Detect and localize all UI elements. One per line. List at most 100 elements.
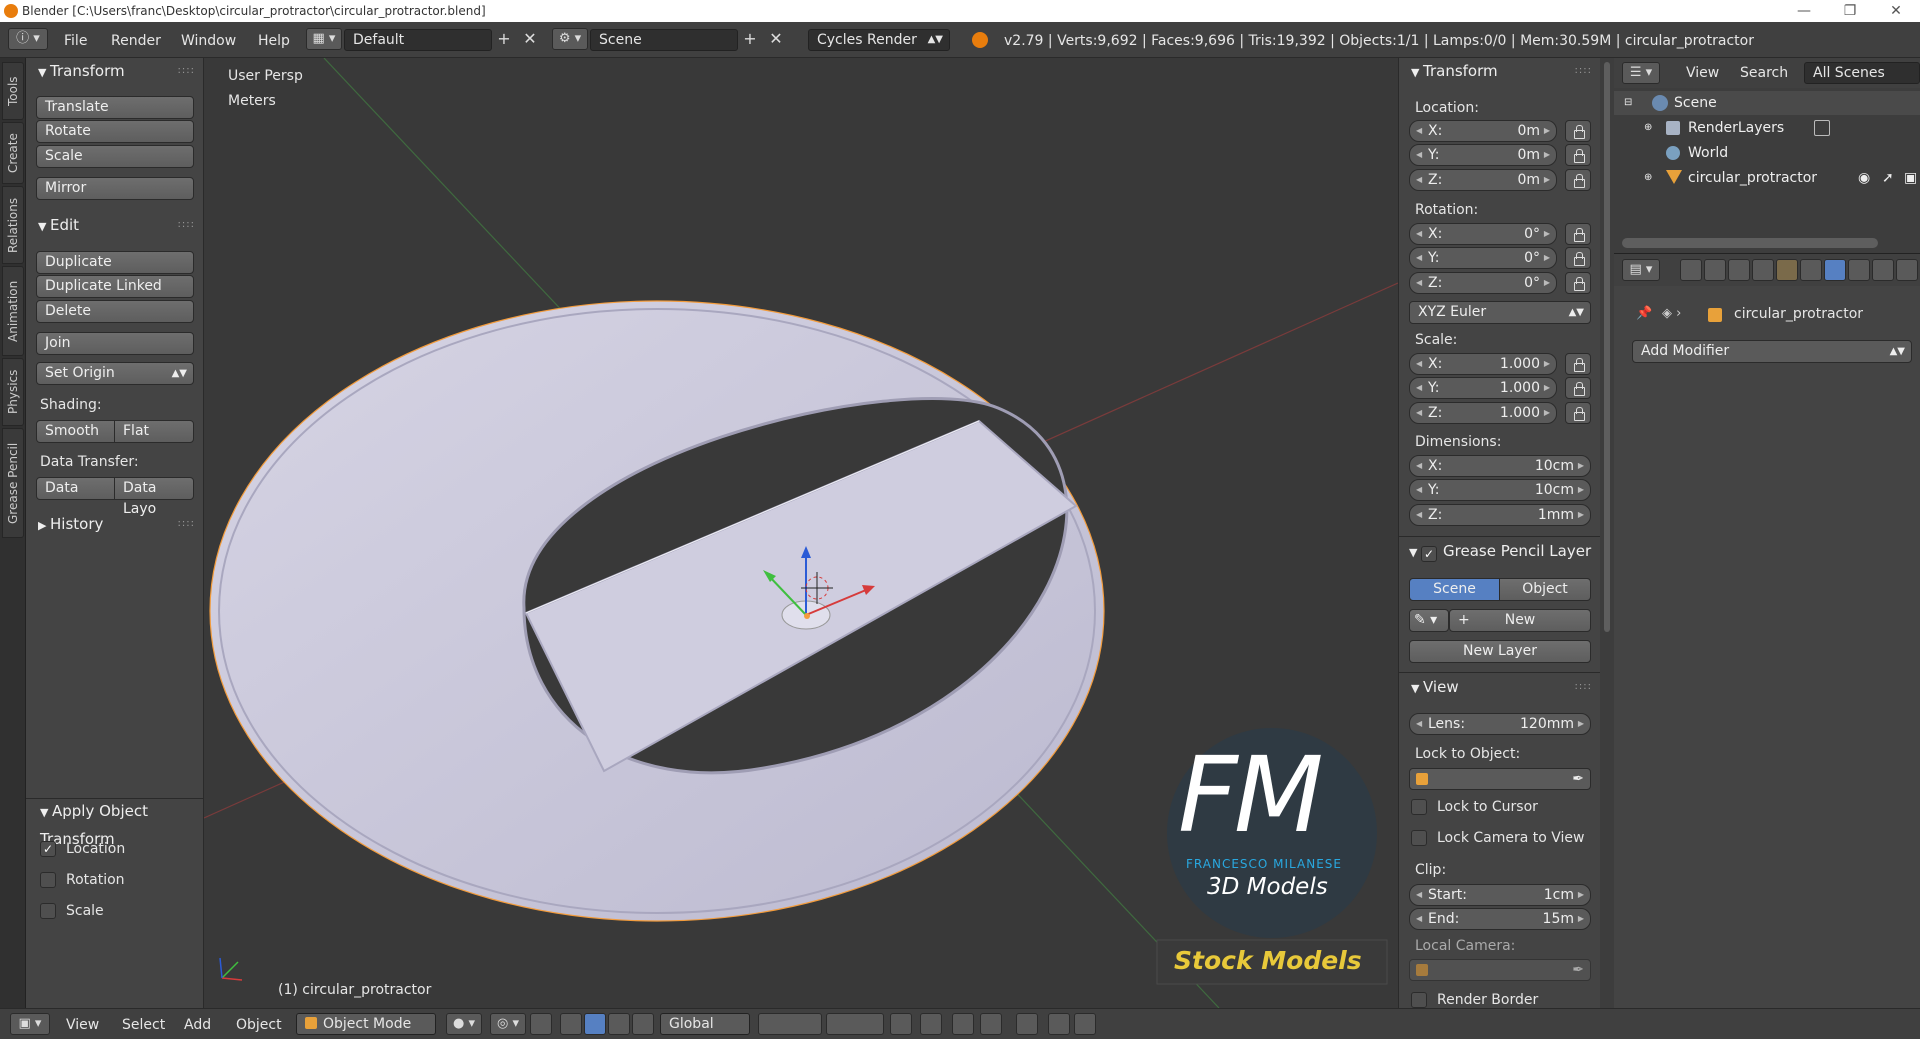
duplicate-linked-button[interactable]: Duplicate Linked [36,275,194,298]
translate-button[interactable]: Translate [36,96,194,119]
constraints-tab-icon[interactable] [1800,259,1822,281]
n-transform-header[interactable]: ▼ Transform:::: [1399,58,1600,84]
3d-viewport[interactable]: User Persp Meters (1) circular_protracto… [204,58,1398,1008]
lock-rotation-z-icon[interactable] [1565,272,1591,294]
render-layers-tab-icon[interactable] [1704,259,1726,281]
lock-location-z-icon[interactable] [1565,169,1591,191]
menu-add[interactable]: Add [184,1017,211,1033]
mirror-button[interactable]: Mirror [36,177,194,200]
rotate-button[interactable]: Rotate [36,120,194,143]
dimension-z-field[interactable]: ◀ Z: 1mm ▶ [1409,504,1591,526]
menu-view[interactable]: View [66,1017,99,1033]
menu-render[interactable]: Render [111,33,161,49]
lock-to-object-field[interactable]: ✒ [1409,768,1591,790]
add-scene-icon[interactable]: + [740,29,760,51]
maximize-button[interactable]: ❐ [1830,0,1870,22]
tab-grease-pencil[interactable]: Grease Pencil [2,428,24,538]
outliner-row-world[interactable]: World [1614,141,1920,165]
add-modifier-select[interactable]: Add Modifier ▲▼ [1632,340,1912,363]
outliner-horizontal-scrollbar[interactable] [1622,238,1878,248]
scrollbar-thumb[interactable] [1604,62,1610,632]
texture-tab-icon[interactable] [1896,259,1918,281]
outliner-menu-search[interactable]: Search [1740,65,1788,81]
close-button[interactable]: ✕ [1876,0,1916,22]
apply-rotation-checkbox[interactable] [40,872,56,888]
outliner-menu-view[interactable]: View [1686,65,1719,81]
delete-button[interactable]: Delete [36,300,194,323]
outliner-row-circular-protractor[interactable]: ⊕ circular_protractor ◉ ➚ ▣ [1614,166,1920,190]
outliner-filter-select[interactable]: All Scenes [1804,62,1920,84]
material-tab-icon[interactable] [1872,259,1894,281]
tab-physics[interactable]: Physics [2,358,24,426]
remove-layout-icon[interactable]: ✕ [520,29,540,51]
lock-to-cursor-checkbox[interactable] [1411,799,1427,815]
tab-tools[interactable]: Tools [2,62,24,120]
scene-select[interactable]: Scene [590,29,738,51]
properties-editor-icon[interactable]: ▤ ▾ [1622,259,1660,281]
lens-field[interactable]: ◀ Lens: 120mm ▶ [1409,713,1591,735]
world-tab-icon[interactable] [1752,259,1774,281]
tab-create[interactable]: Create [2,122,24,184]
rotate-manipulator-icon[interactable] [584,1013,606,1035]
scene-tab-icon[interactable] [1728,259,1750,281]
scene-icon[interactable]: ⚙ ▾ [552,28,588,50]
layer-grid-2-icon[interactable] [826,1013,884,1035]
data-button[interactable]: Data [36,477,115,500]
render-border-checkbox[interactable] [1411,992,1427,1008]
editor-type-info-icon[interactable]: ⓘ ▾ [8,28,48,50]
lock-location-y-icon[interactable] [1565,144,1591,166]
pivot-point-icon[interactable]: ◎ ▾ [490,1013,526,1035]
snap-element-icon[interactable] [980,1013,1002,1035]
transform-orientation-select[interactable]: Global [660,1013,750,1035]
lock-scale-x-icon[interactable] [1565,353,1591,375]
clip-end-field[interactable]: ◀ End: 15m ▶ [1409,908,1591,930]
snap-icon[interactable] [952,1013,974,1035]
join-button[interactable]: Join [36,332,194,355]
scale-x-field[interactable]: ◀ X: 1.000 ▶ [1409,353,1557,375]
scale-button[interactable]: Scale [36,145,194,168]
lock-scale-y-icon[interactable] [1565,377,1591,399]
gp-new-button[interactable]: + New [1449,609,1591,632]
smooth-button[interactable]: Smooth [36,420,115,443]
menu-window[interactable]: Window [181,33,236,49]
transform-panel-header[interactable]: ▼ Transform:::: [26,58,203,84]
minimize-button[interactable]: — [1784,0,1824,22]
data-layout-button[interactable]: Data Layo [114,477,194,517]
scale-y-field[interactable]: ◀ Y: 1.000 ▶ [1409,377,1557,399]
menu-select[interactable]: Select [122,1017,165,1033]
data-tab-icon[interactable] [1848,259,1870,281]
manipulator-toggle-icon[interactable] [530,1013,552,1035]
menu-object[interactable]: Object [236,1017,282,1033]
add-layout-icon[interactable]: + [494,29,514,51]
dimension-y-field[interactable]: ◀ Y: 10cm ▶ [1409,479,1591,501]
location-y-field[interactable]: ◀ Y: 0m ▶ [1409,144,1557,166]
mode-select[interactable]: Object Mode [296,1013,436,1035]
apply-object-transform-header[interactable]: ▼ Apply Object Transform [26,798,226,848]
set-origin-select[interactable]: Set Origin ▲▼ [36,362,194,385]
gp-scene-tab[interactable]: Scene [1409,578,1500,601]
lock-layers-icon[interactable] [890,1013,912,1035]
clip-start-field[interactable]: ◀ Start: 1cm ▶ [1409,884,1591,906]
snap-target-icon[interactable] [1016,1013,1038,1035]
object-tab-icon[interactable] [1776,259,1798,281]
rotation-y-field[interactable]: ◀ Y: 0° ▶ [1409,247,1557,269]
tab-animation[interactable]: Animation [2,266,24,356]
gp-object-tab[interactable]: Object [1499,578,1591,601]
gp-new-layer-button[interactable]: New Layer [1409,640,1591,663]
properties-scrollbar[interactable] [1600,58,1614,1008]
grease-pencil-layer-header[interactable]: ▼ ✓ Grease Pencil Layer [1399,538,1600,564]
menu-file[interactable]: File [64,33,87,49]
render-engine-select[interactable]: Cycles Render ▲▼ [808,29,950,51]
viewport-shading-icon[interactable]: ● ▾ [446,1013,482,1035]
rotation-mode-select[interactable]: XYZ Euler ▲▼ [1409,301,1591,324]
render-tab-icon[interactable] [1680,259,1702,281]
proportional-edit-icon[interactable] [920,1013,942,1035]
dimension-x-field[interactable]: ◀ X: 10cm ▶ [1409,455,1591,477]
opengl-anim-icon[interactable] [1074,1013,1096,1035]
modifiers-wrench-icon[interactable] [1824,259,1846,281]
lock-rotation-x-icon[interactable] [1565,223,1591,245]
manipulator-extra-icon[interactable] [632,1013,654,1035]
apply-location-checkbox[interactable]: ✓ [40,841,56,857]
translate-manipulator-icon[interactable] [560,1013,582,1035]
location-x-field[interactable]: ◀ X: 0m ▶ [1409,120,1557,142]
